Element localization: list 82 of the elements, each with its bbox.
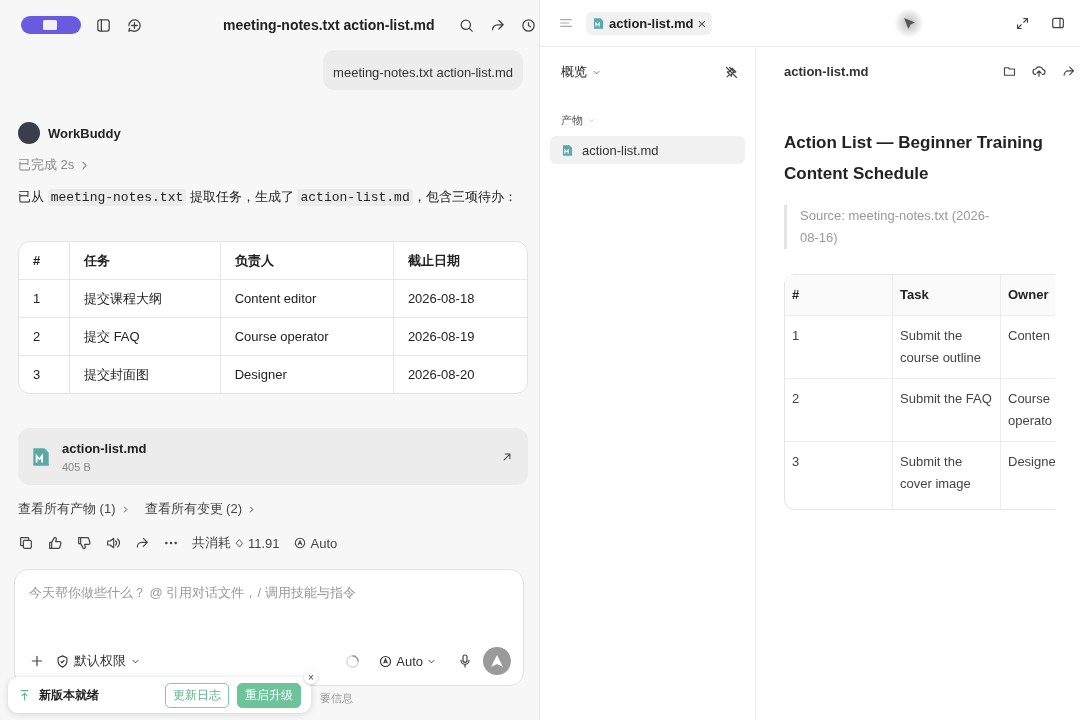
table-cell: 2 xyxy=(785,379,893,442)
assistant-avatar xyxy=(18,122,40,144)
column-header: # xyxy=(785,275,893,316)
overview-dropdown[interactable]: 概览 xyxy=(561,63,587,81)
model-dropdown[interactable]: Auto xyxy=(378,653,437,669)
upload-cloud-icon[interactable] xyxy=(1031,63,1047,79)
auto-model-icon xyxy=(378,653,394,669)
markdown-file-icon xyxy=(561,143,574,157)
sidebar-item[interactable]: action-list.md xyxy=(550,136,745,164)
table-cell: 1 xyxy=(19,280,71,318)
table-cell: 2026-08-19 xyxy=(393,318,527,356)
view-link[interactable]: 查看所有变更 (2) xyxy=(144,500,257,518)
column-header: 截止日期 xyxy=(393,242,527,280)
model-label: Auto xyxy=(310,535,338,551)
thumbs-down-icon[interactable] xyxy=(76,535,92,551)
file-tab[interactable]: action-list.md × xyxy=(586,11,713,35)
copy-icon[interactable] xyxy=(18,535,34,551)
file-size: 405 B xyxy=(62,460,92,473)
toast-message: 新版本就绪 xyxy=(39,686,100,704)
unpin-icon[interactable] xyxy=(724,64,739,80)
thumbs-up-icon[interactable] xyxy=(47,535,63,551)
table-cell: 2 xyxy=(19,318,71,356)
table-cell: Content editor xyxy=(220,280,394,318)
loading-spinner-icon xyxy=(345,653,361,669)
new-chat-icon[interactable] xyxy=(126,16,143,34)
table-cell-text: Designe xyxy=(1007,453,1055,471)
sidebar-icon[interactable] xyxy=(95,16,112,34)
table-cell: 3 xyxy=(19,356,71,393)
table-cell: 3 xyxy=(785,442,893,509)
diamond-icon xyxy=(234,537,245,549)
auto-model-icon xyxy=(292,536,307,550)
workspace-toggle-button[interactable] xyxy=(21,16,81,34)
source-quote: Source: meeting-notes.txt (2026-08-16) xyxy=(784,205,1005,249)
user-message: meeting-notes.txt action-list.md xyxy=(323,50,523,90)
table-cell: 1 xyxy=(785,316,893,379)
assistant-message: 已从 meeting-notes.txt 提取任务，生成了 action-list.md ，包含三项待办： xyxy=(18,188,518,206)
markdown-file-icon xyxy=(592,16,605,30)
share-icon[interactable] xyxy=(1061,63,1076,79)
table-cell: 提交封面图 xyxy=(70,356,221,393)
table-cell: 2026-08-18 xyxy=(393,280,527,318)
shield-check-icon xyxy=(55,653,70,669)
footer-note: 要信息 xyxy=(320,691,354,706)
usage-amount: 11.91 xyxy=(248,535,280,551)
view-link[interactable]: 查看所有产物 (1) xyxy=(18,500,131,518)
document-filename: action-list.md xyxy=(784,63,870,79)
table-cell: Course operator xyxy=(220,318,394,356)
pointer-icon xyxy=(902,16,916,30)
file-name: action-list.md xyxy=(62,440,148,456)
add-icon[interactable] xyxy=(29,653,45,669)
assistant-name: WorkBuddy xyxy=(48,125,121,141)
column-header: # xyxy=(19,242,71,280)
column-header: Task xyxy=(893,275,1001,316)
panel-icon[interactable] xyxy=(1050,15,1066,31)
table-cell: Course operato xyxy=(1001,379,1055,442)
table-cell: Submit the FAQ xyxy=(893,379,1001,442)
permission-dropdown[interactable]: 默认权限 xyxy=(55,652,141,670)
send-arrow-icon xyxy=(490,654,504,668)
file-card[interactable]: action-list.md 405 B xyxy=(18,428,528,485)
table-cell: Conten xyxy=(1001,316,1055,379)
table-cell: 提交课程大纲 xyxy=(70,280,221,318)
completion-status[interactable]: 已完成 2s xyxy=(18,156,75,174)
usage-label: 共消耗 xyxy=(192,534,231,552)
upload-icon xyxy=(18,688,31,702)
table-cell-text: 2026-08-20 xyxy=(406,366,476,384)
microphone-icon[interactable] xyxy=(457,653,473,669)
table-cell: Designer xyxy=(220,356,394,393)
speaker-icon[interactable] xyxy=(105,535,121,551)
column-header: Owner xyxy=(1001,275,1055,316)
section-header[interactable]: 产物 xyxy=(561,113,583,128)
table-cell: Submit the course outline xyxy=(893,316,1001,379)
expand-icon[interactable] xyxy=(1015,15,1030,31)
column-header: 负责人 xyxy=(220,242,394,280)
screen-icon xyxy=(42,19,60,31)
markdown-file-icon xyxy=(30,445,52,468)
column-header: 任务 xyxy=(70,242,221,280)
history-icon[interactable] xyxy=(520,16,537,34)
document-title: Action List — Beginner Training Content Schedule xyxy=(784,132,1044,185)
table-cell: Submit the cover image xyxy=(893,442,1001,509)
table-cell: 提交 FAQ xyxy=(70,318,221,356)
send-button[interactable] xyxy=(483,647,511,675)
chat-title: meeting-notes.txt action-list.md xyxy=(223,17,436,33)
share-icon[interactable] xyxy=(134,535,150,551)
